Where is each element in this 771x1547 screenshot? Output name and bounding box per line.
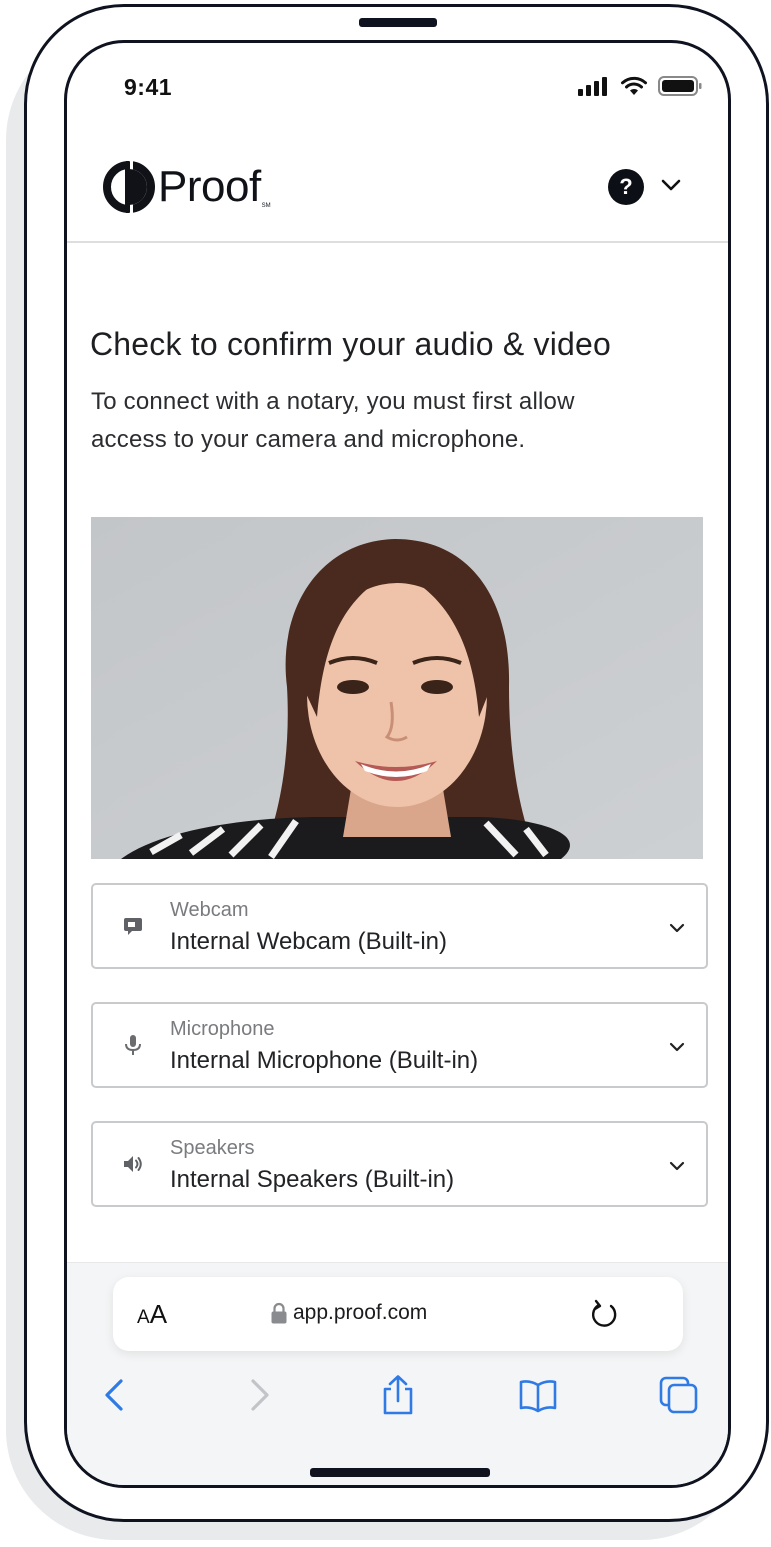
help-button[interactable]: ? bbox=[608, 169, 644, 205]
webcam-value: Internal Webcam (Built-in) bbox=[170, 928, 447, 955]
wifi-icon bbox=[621, 76, 647, 95]
speakers-value: Internal Speakers (Built-in) bbox=[170, 1166, 455, 1193]
back-icon[interactable] bbox=[95, 1375, 135, 1415]
chevron-down-icon bbox=[669, 923, 685, 933]
logo-service-mark: SM bbox=[261, 203, 271, 209]
device-speaker bbox=[359, 18, 437, 27]
chevron-down-icon[interactable] bbox=[659, 173, 683, 197]
address-bar[interactable]: AA app.proof.com bbox=[113, 1277, 683, 1351]
speakers-label: Speakers bbox=[170, 1137, 255, 1159]
cellular-signal-icon bbox=[578, 77, 607, 96]
logo-text: Proof bbox=[158, 162, 261, 211]
status-time: 9:41 bbox=[124, 74, 173, 100]
reload-icon[interactable] bbox=[587, 1297, 621, 1331]
tabs-icon[interactable] bbox=[659, 1375, 699, 1415]
url-text: app.proof.com bbox=[293, 1301, 428, 1324]
microphone-label: Microphone bbox=[170, 1018, 275, 1040]
microphone-icon bbox=[125, 1035, 141, 1055]
proof-logo[interactable]: Proof SM bbox=[103, 159, 271, 215]
microphone-select[interactable]: Microphone Internal Microphone (Built-in… bbox=[91, 1002, 708, 1088]
chevron-down-icon bbox=[669, 1042, 685, 1052]
bookmarks-icon[interactable] bbox=[518, 1375, 558, 1415]
page-title: Check to confirm your audio & video bbox=[90, 326, 612, 362]
share-icon[interactable] bbox=[378, 1375, 418, 1415]
text-size-large: A bbox=[149, 1299, 168, 1329]
phone-screen: 9:41 Proof SM ? Check to confirm your au… bbox=[64, 40, 731, 1488]
chevron-down-icon bbox=[669, 1161, 685, 1171]
forward-icon[interactable] bbox=[239, 1375, 279, 1415]
app-header: Proof SM ? bbox=[67, 143, 728, 243]
status-icons bbox=[578, 75, 702, 97]
browser-toolbar: AA app.proof.com bbox=[67, 1262, 728, 1485]
home-indicator bbox=[310, 1468, 490, 1477]
microphone-value: Internal Microphone (Built-in) bbox=[170, 1047, 479, 1074]
speaker-icon bbox=[124, 1156, 142, 1172]
webcam-select[interactable]: Webcam Internal Webcam (Built-in) bbox=[91, 883, 708, 969]
person-image bbox=[91, 517, 703, 859]
webcam-label: Webcam bbox=[170, 899, 249, 921]
lock-icon bbox=[271, 1302, 287, 1324]
proof-logo-icon bbox=[103, 159, 155, 215]
text-size-small: A bbox=[137, 1307, 150, 1328]
text-size-button[interactable]: AA bbox=[137, 1299, 167, 1330]
speakers-select[interactable]: Speakers Internal Speakers (Built-in) bbox=[91, 1121, 708, 1207]
url-display[interactable]: app.proof.com bbox=[271, 1301, 427, 1325]
battery-icon bbox=[658, 76, 702, 96]
page-description: To connect with a notary, you must first… bbox=[91, 388, 575, 453]
camera-preview bbox=[91, 517, 703, 859]
webcam-icon bbox=[124, 918, 142, 935]
